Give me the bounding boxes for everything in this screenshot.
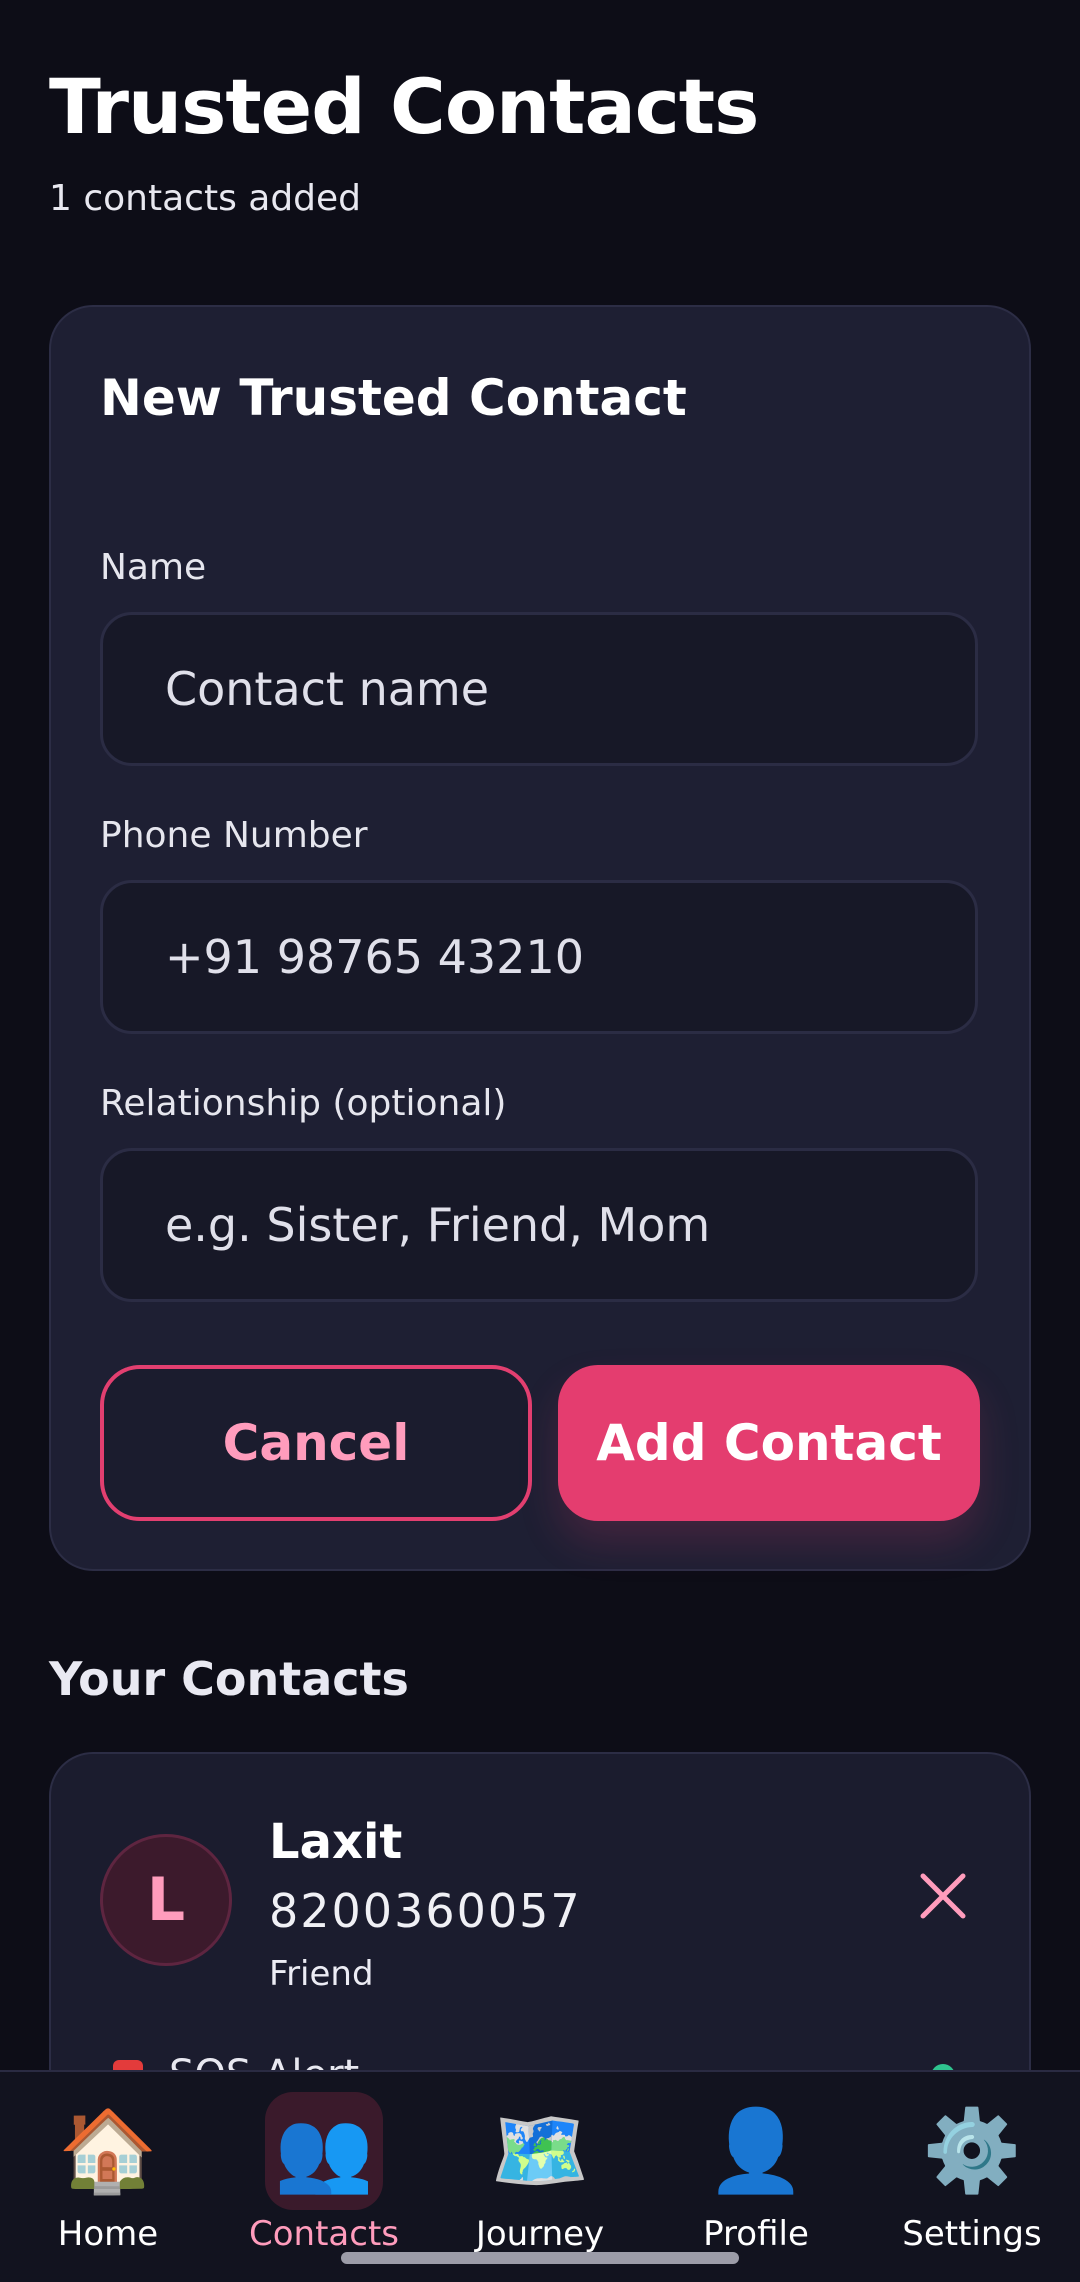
nav-settings[interactable]: ⚙️ Settings: [864, 2072, 1080, 2282]
avatar: L: [100, 1834, 232, 1966]
contacts-count: 1 contacts added: [49, 178, 362, 219]
relationship-field-box[interactable]: [100, 1148, 978, 1302]
page-title: Trusted Contacts: [49, 62, 759, 151]
nav-profile[interactable]: 👤 Profile: [648, 2072, 864, 2282]
nav-contacts[interactable]: 👥 Contacts: [216, 2072, 432, 2282]
nav-label-profile: Profile: [703, 2214, 809, 2254]
name-field-box[interactable]: [100, 612, 978, 766]
nav-label-settings: Settings: [902, 2214, 1042, 2254]
nav-label-contacts: Contacts: [249, 2214, 399, 2254]
contact-name: Laxit: [269, 1814, 403, 1870]
relationship-label: Relationship (optional): [100, 1083, 507, 1124]
add-contact-button[interactable]: Add Contact: [558, 1365, 980, 1521]
trusted-contacts-screen: Trusted Contacts 1 contacts added New Tr…: [0, 0, 1080, 2282]
cancel-button[interactable]: Cancel: [100, 1365, 532, 1521]
home-icon: 🏠: [58, 2104, 158, 2197]
nav-label-journey: Journey: [475, 2214, 605, 2254]
close-icon: [920, 1873, 966, 1919]
your-contacts-heading: Your Contacts: [49, 1652, 409, 1706]
form-title: New Trusted Contact: [100, 369, 687, 427]
name-label: Name: [100, 547, 207, 588]
bottom-navigation: 🏠 Home 👥 Contacts 🗺️ Journey 👤 Profile ⚙…: [0, 2070, 1080, 2282]
home-indicator[interactable]: [341, 2252, 739, 2264]
phone-input[interactable]: [165, 930, 975, 984]
map-icon: 🗺️: [490, 2104, 590, 2197]
contact-relationship: Friend: [269, 1954, 374, 1994]
phone-label: Phone Number: [100, 815, 368, 856]
nav-home[interactable]: 🏠 Home: [0, 2072, 216, 2282]
gear-icon: ⚙️: [922, 2104, 1022, 2197]
relationship-input[interactable]: [165, 1198, 975, 1252]
contact-phone: 8200360057: [269, 1884, 582, 1938]
name-input[interactable]: [165, 662, 975, 716]
new-contact-form: New Trusted Contact Name Phone Number Re…: [49, 305, 1031, 1571]
nav-label-home: Home: [57, 2214, 159, 2254]
profile-icon: 👤: [706, 2104, 806, 2197]
contacts-icon: 👥: [265, 2092, 383, 2210]
nav-journey[interactable]: 🗺️ Journey: [432, 2072, 648, 2282]
remove-contact-button[interactable]: [903, 1856, 983, 1936]
phone-field-box[interactable]: [100, 880, 978, 1034]
